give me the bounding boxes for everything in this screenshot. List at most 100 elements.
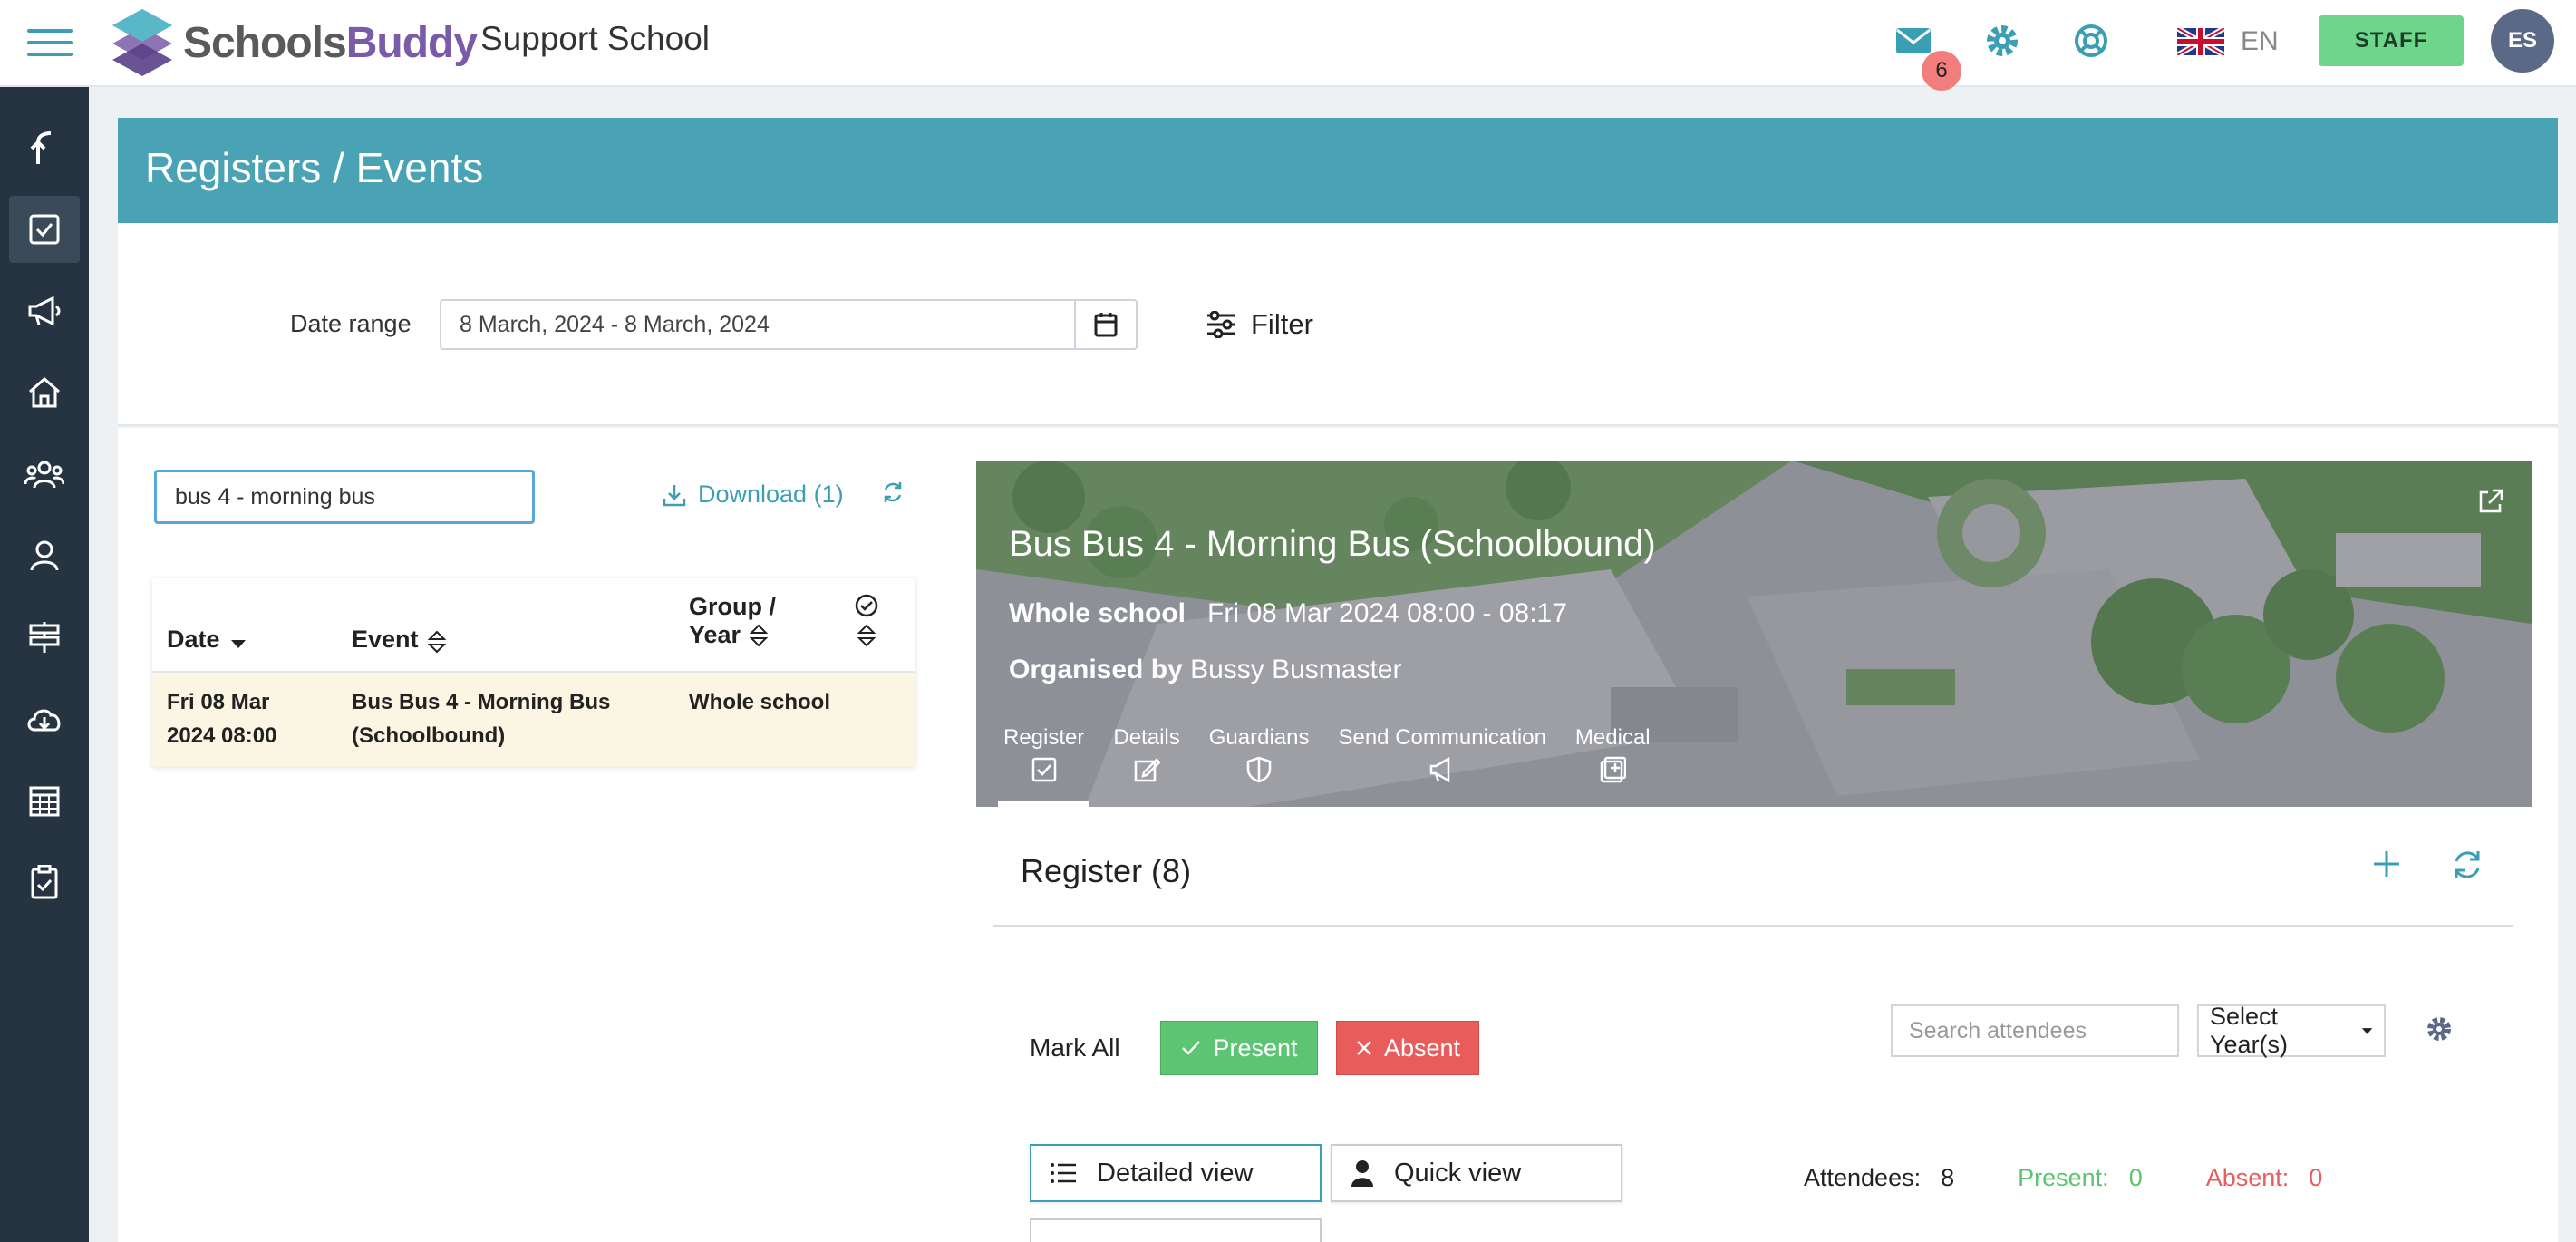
clipboard-check-icon <box>31 865 58 899</box>
add-attendee-button[interactable] <box>2371 849 2402 884</box>
sidebar-item-registers[interactable] <box>9 196 80 263</box>
external-link-icon[interactable] <box>2477 488 2504 519</box>
column-group-year[interactable]: Group / Year <box>689 593 776 649</box>
search-attendees-input[interactable]: Search attendees <box>1891 1004 2179 1057</box>
school-name: Support School <box>480 20 711 57</box>
users-icon <box>24 461 64 489</box>
signpost-icon <box>29 622 60 653</box>
event-scope: Whole school <box>1009 598 1186 628</box>
sliders-icon <box>1207 311 1235 338</box>
tab-details[interactable]: Details <box>1099 725 1194 807</box>
detailed-view-button[interactable]: Detailed view <box>1030 1144 1322 1202</box>
sidebar-item-calendar[interactable] <box>9 767 80 834</box>
sort-desc-icon <box>230 640 246 648</box>
avatar[interactable]: ES <box>2491 9 2554 73</box>
page-title: Registers / Events <box>145 144 484 191</box>
caret-down-icon <box>2361 1028 2373 1034</box>
checkbox-icon <box>1031 757 1056 782</box>
attendees-count: Attendees: 8 <box>1804 1164 1955 1191</box>
row-event: Bus Bus 4 - Morning Bus (Schoolbound) <box>352 690 611 748</box>
logo[interactable]: SchoolsBuddy <box>111 5 478 80</box>
register-settings-icon[interactable] <box>2426 1015 2453 1047</box>
tab-guardians[interactable]: Guardians <box>1195 725 1324 807</box>
filter-label: Filter <box>1251 308 1313 340</box>
list-icon <box>1051 1163 1076 1183</box>
download-button[interactable]: Download (1) <box>662 480 844 509</box>
top-bar: SchoolsBuddy Support School 6 EN STAFF E… <box>0 0 2576 91</box>
cloud-download-icon <box>27 709 61 732</box>
event-organiser: Organised by Bussy Busmaster <box>1009 655 1402 684</box>
logo-text: SchoolsBuddy <box>183 18 478 67</box>
content-area: bus 4 - morning bus Download (1) Date Ev… <box>118 428 2558 1242</box>
list-refresh-icon[interactable] <box>881 480 905 509</box>
table-header: Date Event Group / Year <box>152 578 915 673</box>
column-status[interactable] <box>854 593 879 647</box>
menu-icon[interactable] <box>27 20 73 65</box>
check-circle-icon <box>855 594 878 617</box>
events-table: Date Event Group / Year Fri 08 Mar 2024 … <box>152 578 915 767</box>
share-arrow-icon <box>30 131 52 164</box>
megaphone-icon <box>1429 756 1450 783</box>
tab-send-communication[interactable]: Send Communication <box>1323 725 1560 807</box>
mark-all-present-button[interactable]: Present <box>1160 1021 1318 1075</box>
check-icon <box>1182 1041 1201 1055</box>
column-date[interactable]: Date <box>167 626 247 654</box>
sidebar-item-share[interactable] <box>9 114 80 181</box>
page-header: Registers / Events <box>118 118 2558 223</box>
event-title: Bus Bus 4 - Morning Bus (Schoolbound) <box>1009 524 1656 564</box>
sidebar-item-signs[interactable] <box>9 604 80 671</box>
row-date: Fri 08 Mar 2024 08:00 <box>167 690 277 748</box>
calendar-grid-icon <box>29 786 60 817</box>
date-range-input[interactable]: 8 March, 2024 - 8 March, 2024 <box>440 299 1076 350</box>
sidebar <box>0 87 89 1242</box>
event-search-input[interactable]: bus 4 - morning bus <box>154 470 535 524</box>
language-code: EN <box>2241 26 2279 56</box>
register-header: Register (8) <box>993 807 2513 927</box>
quick-view-button[interactable]: Quick view <box>1331 1144 1622 1202</box>
home-icon <box>29 377 60 408</box>
help-icon[interactable] <box>2070 20 2112 62</box>
column-event[interactable]: Event <box>352 626 446 654</box>
absent-count: Absent: 0 <box>2205 1164 2323 1191</box>
sidebar-item-groups[interactable] <box>9 441 80 508</box>
staff-button[interactable]: STAFF <box>2319 15 2464 66</box>
edit-icon <box>1134 758 1161 782</box>
language-selector[interactable]: EN <box>2177 24 2279 60</box>
row-group: Whole school <box>689 690 830 714</box>
more-view-button[interactable] <box>1030 1218 1322 1242</box>
shield-icon <box>1246 756 1272 783</box>
calendar-button[interactable] <box>1074 299 1138 350</box>
download-icon <box>663 484 686 506</box>
download-label: Download (1) <box>698 480 844 508</box>
date-range-label: Date range <box>290 310 412 337</box>
filter-button[interactable]: Filter <box>1206 299 1313 350</box>
sort-icon <box>750 624 769 646</box>
register-refresh-button[interactable] <box>2451 849 2484 886</box>
filter-panel: Date range 8 March, 2024 - 8 March, 2024… <box>118 223 2558 426</box>
unread-badge: 6 <box>1922 51 1961 91</box>
calendar-icon <box>1094 313 1118 337</box>
select-year-dropdown[interactable]: Select Year(s) <box>2197 1003 2386 1058</box>
event-meta: Whole school Fri 08 Mar 2024 08:00 - 08:… <box>1009 598 1567 629</box>
event-tabs: Register Details Guardians Send Communic… <box>989 725 1665 807</box>
sidebar-item-profile[interactable] <box>9 522 80 589</box>
megaphone-icon <box>28 296 61 326</box>
sidebar-item-home[interactable] <box>9 359 80 426</box>
mark-all-absent-button[interactable]: Absent <box>1336 1021 1479 1075</box>
sidebar-item-announcements[interactable] <box>9 277 80 344</box>
tab-register[interactable]: Register <box>989 725 1099 807</box>
register-title: Register (8) <box>1021 852 1192 889</box>
uk-flag-icon <box>2177 28 2224 55</box>
table-row[interactable]: Fri 08 Mar 2024 08:00 Bus Bus 4 - Mornin… <box>152 673 915 767</box>
gear-icon[interactable] <box>1981 20 2023 62</box>
sidebar-item-cloud[interactable] <box>9 685 80 752</box>
mark-all-label: Mark All <box>1030 1033 1120 1062</box>
sort-icon <box>427 630 446 654</box>
user-icon <box>30 540 59 571</box>
sidebar-item-tasks[interactable] <box>9 849 80 916</box>
present-count: Present: 0 <box>2018 1164 2143 1191</box>
medical-icon <box>1601 756 1627 783</box>
plus-icon <box>2374 851 2399 877</box>
attendance-counts: Attendees: 8 Present: 0 Absent: 0 <box>1804 1164 2368 1192</box>
tab-medical[interactable]: Medical <box>1561 725 1665 807</box>
